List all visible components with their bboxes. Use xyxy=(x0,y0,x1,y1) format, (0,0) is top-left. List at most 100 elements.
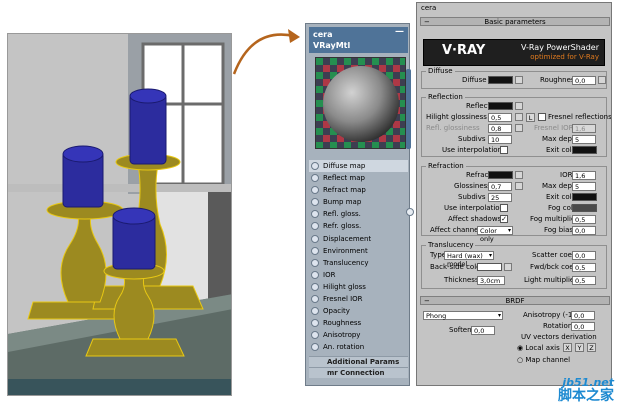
slot-input-socket-icon[interactable] xyxy=(311,222,319,231)
fog-multiplier-field[interactable]: 0,5 xyxy=(572,215,596,224)
axis-y-button[interactable]: Y xyxy=(575,343,584,352)
back-side-map-button[interactable] xyxy=(504,263,512,271)
refl-glossiness-field[interactable]: 0,8 xyxy=(488,124,512,133)
slot-input-socket-icon[interactable] xyxy=(311,282,319,291)
material-preview[interactable] xyxy=(315,57,406,149)
map-slot-list: Diffuse map Reflect map Refract map Bump… xyxy=(309,160,408,354)
slot-input-socket-icon[interactable] xyxy=(311,343,319,352)
refraction-group: Refraction Refract IOR 1,6 Glossiness 0,… xyxy=(421,162,607,243)
slot-input-socket-icon[interactable] xyxy=(311,186,319,195)
additional-params-group[interactable]: Additional Params xyxy=(309,356,408,367)
map-slot[interactable]: Reflect map xyxy=(309,172,408,184)
translucency-type-dropdown[interactable]: Hard (wax) model xyxy=(444,251,494,268)
diffuse-map-button[interactable] xyxy=(515,76,523,84)
slot-input-socket-icon[interactable] xyxy=(311,295,319,304)
hilight-map-button[interactable] xyxy=(515,113,523,121)
refl-gloss-map-button[interactable] xyxy=(515,124,523,132)
light-multiplier-field[interactable]: 0,5 xyxy=(572,276,596,285)
ior-field[interactable]: 1,6 xyxy=(572,171,596,180)
map-slot[interactable]: Fresnel IOR xyxy=(309,293,408,305)
map-slot[interactable]: Refr. gloss. xyxy=(309,220,408,232)
slot-input-socket-icon[interactable] xyxy=(311,210,319,219)
fwd-bck-coeff-field[interactable]: 0,5 xyxy=(572,263,596,272)
refr-glossiness-field[interactable]: 0,7 xyxy=(488,182,512,191)
node-output-socket-icon[interactable] xyxy=(406,208,414,216)
map-slot[interactable]: Roughness xyxy=(309,317,408,329)
lock-hilight-button[interactable]: L xyxy=(526,113,535,122)
map-slot[interactable]: Anisotropy xyxy=(309,329,408,341)
material-node[interactable]: cera VRayMtl — Diffuse map Reflect map R… xyxy=(305,23,414,386)
refract-map-button[interactable] xyxy=(515,171,523,179)
axis-z-button[interactable]: Z xyxy=(587,343,596,352)
vray-banner-subtitle: optimized for V-Ray xyxy=(530,53,599,61)
map-slot[interactable]: Translucency xyxy=(309,257,408,269)
refr-subdivs-field[interactable]: 25 xyxy=(488,193,512,202)
refl-max-depth-field[interactable]: 5 xyxy=(572,135,596,144)
affect-channels-dropdown[interactable]: Color only xyxy=(477,226,513,243)
vray-logo: V·RAY xyxy=(442,43,486,58)
slot-input-socket-icon[interactable] xyxy=(311,270,319,279)
map-slot[interactable]: IOR xyxy=(309,269,408,281)
slot-input-socket-icon[interactable] xyxy=(311,331,319,340)
map-slot[interactable]: Bump map xyxy=(309,196,408,208)
scatter-coeff-field[interactable]: 0,0 xyxy=(572,251,596,260)
map-slot[interactable]: Hilight gloss xyxy=(309,281,408,293)
slot-input-socket-icon[interactable] xyxy=(311,307,319,316)
material-name-header: cera xyxy=(421,4,437,12)
refr-max-depth-field[interactable]: 5 xyxy=(572,182,596,191)
node-scrollbar[interactable] xyxy=(406,69,411,149)
basic-parameters-rollout[interactable]: − Basic parameters xyxy=(420,17,610,26)
slot-input-socket-icon[interactable] xyxy=(311,162,319,170)
slot-input-socket-icon[interactable] xyxy=(311,246,319,255)
map-slot[interactable]: Diffuse map xyxy=(309,160,408,173)
local-axis-radio[interactable]: ◉ Local axis xyxy=(517,344,560,353)
reflect-map-button[interactable] xyxy=(515,102,523,110)
node-collapse-button[interactable]: — xyxy=(395,27,404,38)
map-slot[interactable]: Displacement xyxy=(309,233,408,245)
roughness-map-button[interactable] xyxy=(598,76,606,84)
brdf-group: Phong Anisotropy (-1..1) 0,0 Rotation 0,… xyxy=(421,309,607,385)
axis-x-button[interactable]: X xyxy=(563,343,572,352)
map-slot[interactable]: An. rotation xyxy=(309,341,408,353)
map-channel-radio[interactable]: ○ Map channel xyxy=(517,356,570,365)
map-slot[interactable]: Opacity xyxy=(309,305,408,317)
refl-exit-color-swatch[interactable] xyxy=(572,146,597,154)
scene-viewport[interactable] xyxy=(7,33,232,396)
slot-input-socket-icon[interactable] xyxy=(311,258,319,267)
refr-exit-color-swatch[interactable] xyxy=(572,193,597,201)
refr-interpolation-checkbox[interactable] xyxy=(500,204,508,212)
diffuse-group: Diffuse Diffuse Roughness 0,0 xyxy=(421,67,607,89)
slot-input-socket-icon[interactable] xyxy=(311,198,319,207)
roughness-field[interactable]: 0,0 xyxy=(572,76,596,85)
fresnel-ior-field[interactable]: 1,6 xyxy=(572,124,596,133)
node-name: cera xyxy=(313,30,333,39)
map-slot[interactable]: Refract map xyxy=(309,184,408,196)
map-slot[interactable]: Environment xyxy=(309,245,408,257)
fresnel-checkbox[interactable] xyxy=(538,113,546,121)
curved-arrow xyxy=(232,29,300,75)
slot-input-socket-icon[interactable] xyxy=(311,234,319,243)
fog-color-swatch[interactable] xyxy=(572,204,597,212)
rotation-field[interactable]: 0,0 xyxy=(571,322,595,331)
slot-input-socket-icon[interactable] xyxy=(311,319,319,328)
thickness-field[interactable]: 3,0cm xyxy=(477,276,505,285)
node-header[interactable]: cera VRayMtl — xyxy=(309,27,408,53)
refr-gloss-map-button[interactable] xyxy=(515,182,523,190)
reflect-color-swatch[interactable] xyxy=(488,102,513,110)
anisotropy-field[interactable]: 0,0 xyxy=(571,311,595,320)
refl-subdivs-field[interactable]: 10 xyxy=(488,135,512,144)
map-slot[interactable]: Refl. gloss. xyxy=(309,208,408,220)
mr-connection-group[interactable]: mr Connection xyxy=(309,367,408,378)
brdf-type-dropdown[interactable]: Phong xyxy=(423,311,503,320)
soften-field[interactable]: 0,0 xyxy=(471,326,495,335)
fog-bias-field[interactable]: 0,0 xyxy=(572,226,596,235)
back-side-color-swatch[interactable] xyxy=(477,263,502,271)
refl-interpolation-checkbox[interactable] xyxy=(500,146,508,154)
slot-input-socket-icon[interactable] xyxy=(311,174,319,183)
hilight-glossiness-field[interactable]: 0,5 xyxy=(488,113,512,122)
refract-color-swatch[interactable] xyxy=(488,171,513,179)
brdf-rollout[interactable]: − BRDF xyxy=(420,296,610,305)
vray-banner: V·RAY V-Ray PowerShader optimized for V-… xyxy=(423,39,605,66)
diffuse-color-swatch[interactable] xyxy=(488,76,513,84)
affect-shadows-checkbox[interactable]: ✓ xyxy=(500,215,508,223)
